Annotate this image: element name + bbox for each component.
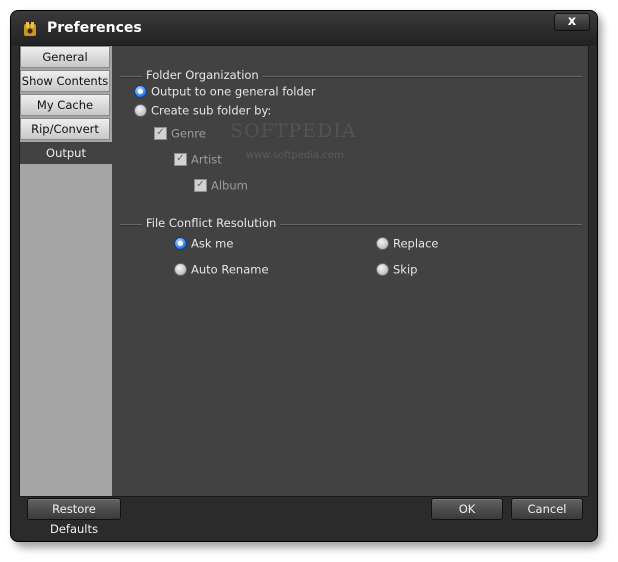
- artist-label: Artist: [191, 152, 222, 167]
- create-sub-folder-label: Create sub folder by:: [151, 103, 272, 118]
- tab-rip-convert[interactable]: Rip/Convert: [20, 118, 110, 140]
- skip-radio[interactable]: [376, 263, 389, 276]
- genre-checkbox[interactable]: ✓: [154, 127, 167, 140]
- album-label: Album: [211, 178, 248, 193]
- tab-general[interactable]: General: [20, 46, 110, 68]
- window-title: Preferences: [47, 20, 142, 36]
- tab-output[interactable]: Output: [20, 142, 112, 164]
- tab-show-contents[interactable]: Show Contents: [20, 70, 110, 92]
- tab-my-cache[interactable]: My Cache: [20, 94, 110, 116]
- album-option[interactable]: ✓ Album: [194, 178, 248, 193]
- ok-button[interactable]: OK: [431, 498, 503, 520]
- replace-radio[interactable]: [376, 237, 389, 250]
- replace-option[interactable]: Replace: [376, 236, 439, 251]
- close-button[interactable]: x: [554, 13, 590, 31]
- genre-option[interactable]: ✓ Genre: [154, 126, 206, 141]
- watermark-url: www.softpedia.com: [246, 150, 344, 161]
- genre-label: Genre: [171, 126, 206, 141]
- album-checkbox[interactable]: ✓: [194, 179, 207, 192]
- skip-option[interactable]: Skip: [376, 262, 417, 277]
- preferences-window: Preferences x General Show Contents My C…: [10, 10, 598, 542]
- title-bar[interactable]: Preferences x: [11, 11, 597, 45]
- ask-me-option[interactable]: Ask me: [174, 236, 233, 251]
- auto-rename-radio[interactable]: [174, 263, 187, 276]
- output-general-folder-radio[interactable]: [134, 85, 147, 98]
- create-sub-folder-option[interactable]: Create sub folder by:: [134, 103, 271, 118]
- preferences-panel: General Show Contents My Cache Rip/Conve…: [19, 45, 589, 497]
- replace-label: Replace: [393, 236, 439, 251]
- auto-rename-option[interactable]: Auto Rename: [174, 262, 269, 277]
- folder-organization-title: Folder Organization: [142, 68, 263, 82]
- output-settings: SOFTPEDIA www.softpedia.com Folder Organ…: [112, 46, 588, 496]
- sidebar: General Show Contents My Cache Rip/Conve…: [20, 46, 112, 496]
- cancel-button[interactable]: Cancel: [511, 498, 583, 520]
- close-icon: x: [567, 14, 577, 29]
- conflict-resolution-title: File Conflict Resolution: [142, 216, 281, 230]
- artist-option[interactable]: ✓ Artist: [174, 152, 222, 167]
- output-general-folder-option[interactable]: Output to one general folder: [134, 84, 316, 99]
- auto-rename-label: Auto Rename: [191, 262, 269, 277]
- create-sub-folder-radio[interactable]: [134, 104, 147, 117]
- ask-me-radio[interactable]: [174, 237, 187, 250]
- app-icon: [24, 22, 36, 36]
- ask-me-label: Ask me: [191, 236, 234, 251]
- output-general-folder-label: Output to one general folder: [151, 84, 316, 99]
- watermark: SOFTPEDIA: [230, 120, 357, 142]
- skip-label: Skip: [393, 262, 418, 277]
- artist-checkbox[interactable]: ✓: [174, 153, 187, 166]
- restore-defaults-button[interactable]: Restore Defaults: [27, 498, 121, 536]
